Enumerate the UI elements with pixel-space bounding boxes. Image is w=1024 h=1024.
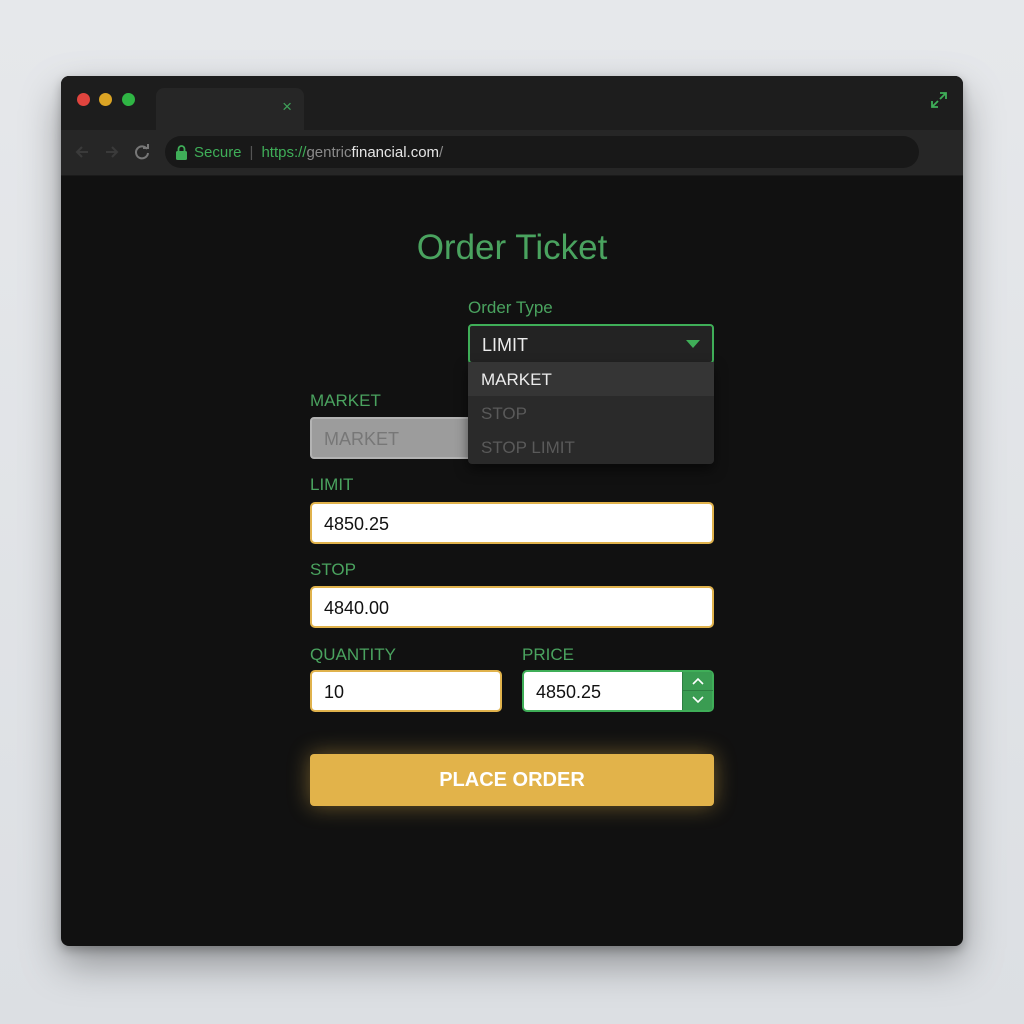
- increment-button[interactable]: [683, 672, 713, 691]
- limit-price-field[interactable]: 4850.25: [310, 502, 714, 544]
- stop-price-field[interactable]: 4840.00: [310, 586, 714, 628]
- dropdown-option-stop-limit[interactable]: STOP LIMIT: [468, 430, 714, 464]
- url-host: financial.com: [351, 143, 440, 161]
- price-stepper[interactable]: [682, 672, 713, 710]
- zoom-window-button[interactable]: [122, 93, 135, 106]
- limit-label: LIMIT: [310, 475, 354, 494]
- order-type-selected: LIMIT: [482, 335, 529, 355]
- lock-icon: [176, 144, 187, 160]
- browser-window: × Secure | https:// gentric financial.co…: [61, 76, 963, 946]
- chevron-down-icon: [692, 696, 704, 704]
- url-subdomain: gentric: [306, 143, 352, 161]
- decrement-button[interactable]: [683, 691, 713, 710]
- fullscreen-icon[interactable]: [929, 90, 949, 110]
- tab-close-icon[interactable]: ×: [282, 97, 292, 117]
- page-content: Order Ticket Order Type LIMIT MARKET STO…: [61, 176, 963, 946]
- browser-tab[interactable]: ×: [156, 88, 304, 130]
- url-path: /: [439, 143, 444, 161]
- order-type-label: Order Type: [468, 298, 553, 317]
- page-title: Order Ticket: [416, 228, 608, 267]
- url-separator: |: [249, 143, 254, 161]
- dropdown-option-market[interactable]: MARKET: [468, 362, 714, 396]
- place-order-button[interactable]: PLACE ORDER: [310, 754, 714, 806]
- order-type-dropdown: MARKET STOP STOP LIMIT: [468, 362, 714, 464]
- title-bar: ×: [61, 76, 963, 130]
- quantity-label: QUANTITY: [310, 645, 396, 664]
- price-value: 4850.25: [536, 682, 602, 702]
- url-scheme: https://: [261, 143, 307, 161]
- reload-icon[interactable]: [133, 143, 151, 161]
- stop-label: STOP: [310, 560, 356, 579]
- browser-toolbar: Secure | https:// gentric financial.com …: [61, 130, 963, 176]
- address-bar[interactable]: Secure | https:// gentric financial.com …: [165, 136, 919, 168]
- minimize-window-button[interactable]: [99, 93, 112, 106]
- price-label: PRICE: [522, 645, 574, 664]
- dropdown-option-stop[interactable]: STOP: [468, 396, 714, 430]
- order-type-select[interactable]: LIMIT: [468, 324, 714, 364]
- chevron-up-icon: [692, 677, 704, 685]
- secure-label: Secure: [194, 143, 242, 161]
- quantity-field[interactable]: 10: [310, 670, 502, 712]
- price-field[interactable]: 4850.25: [522, 670, 714, 712]
- forward-arrow-icon[interactable]: [103, 143, 121, 161]
- back-arrow-icon[interactable]: [73, 143, 91, 161]
- chevron-down-icon: [686, 340, 700, 348]
- market-label: MARKET: [310, 391, 381, 410]
- close-window-button[interactable]: [77, 93, 90, 106]
